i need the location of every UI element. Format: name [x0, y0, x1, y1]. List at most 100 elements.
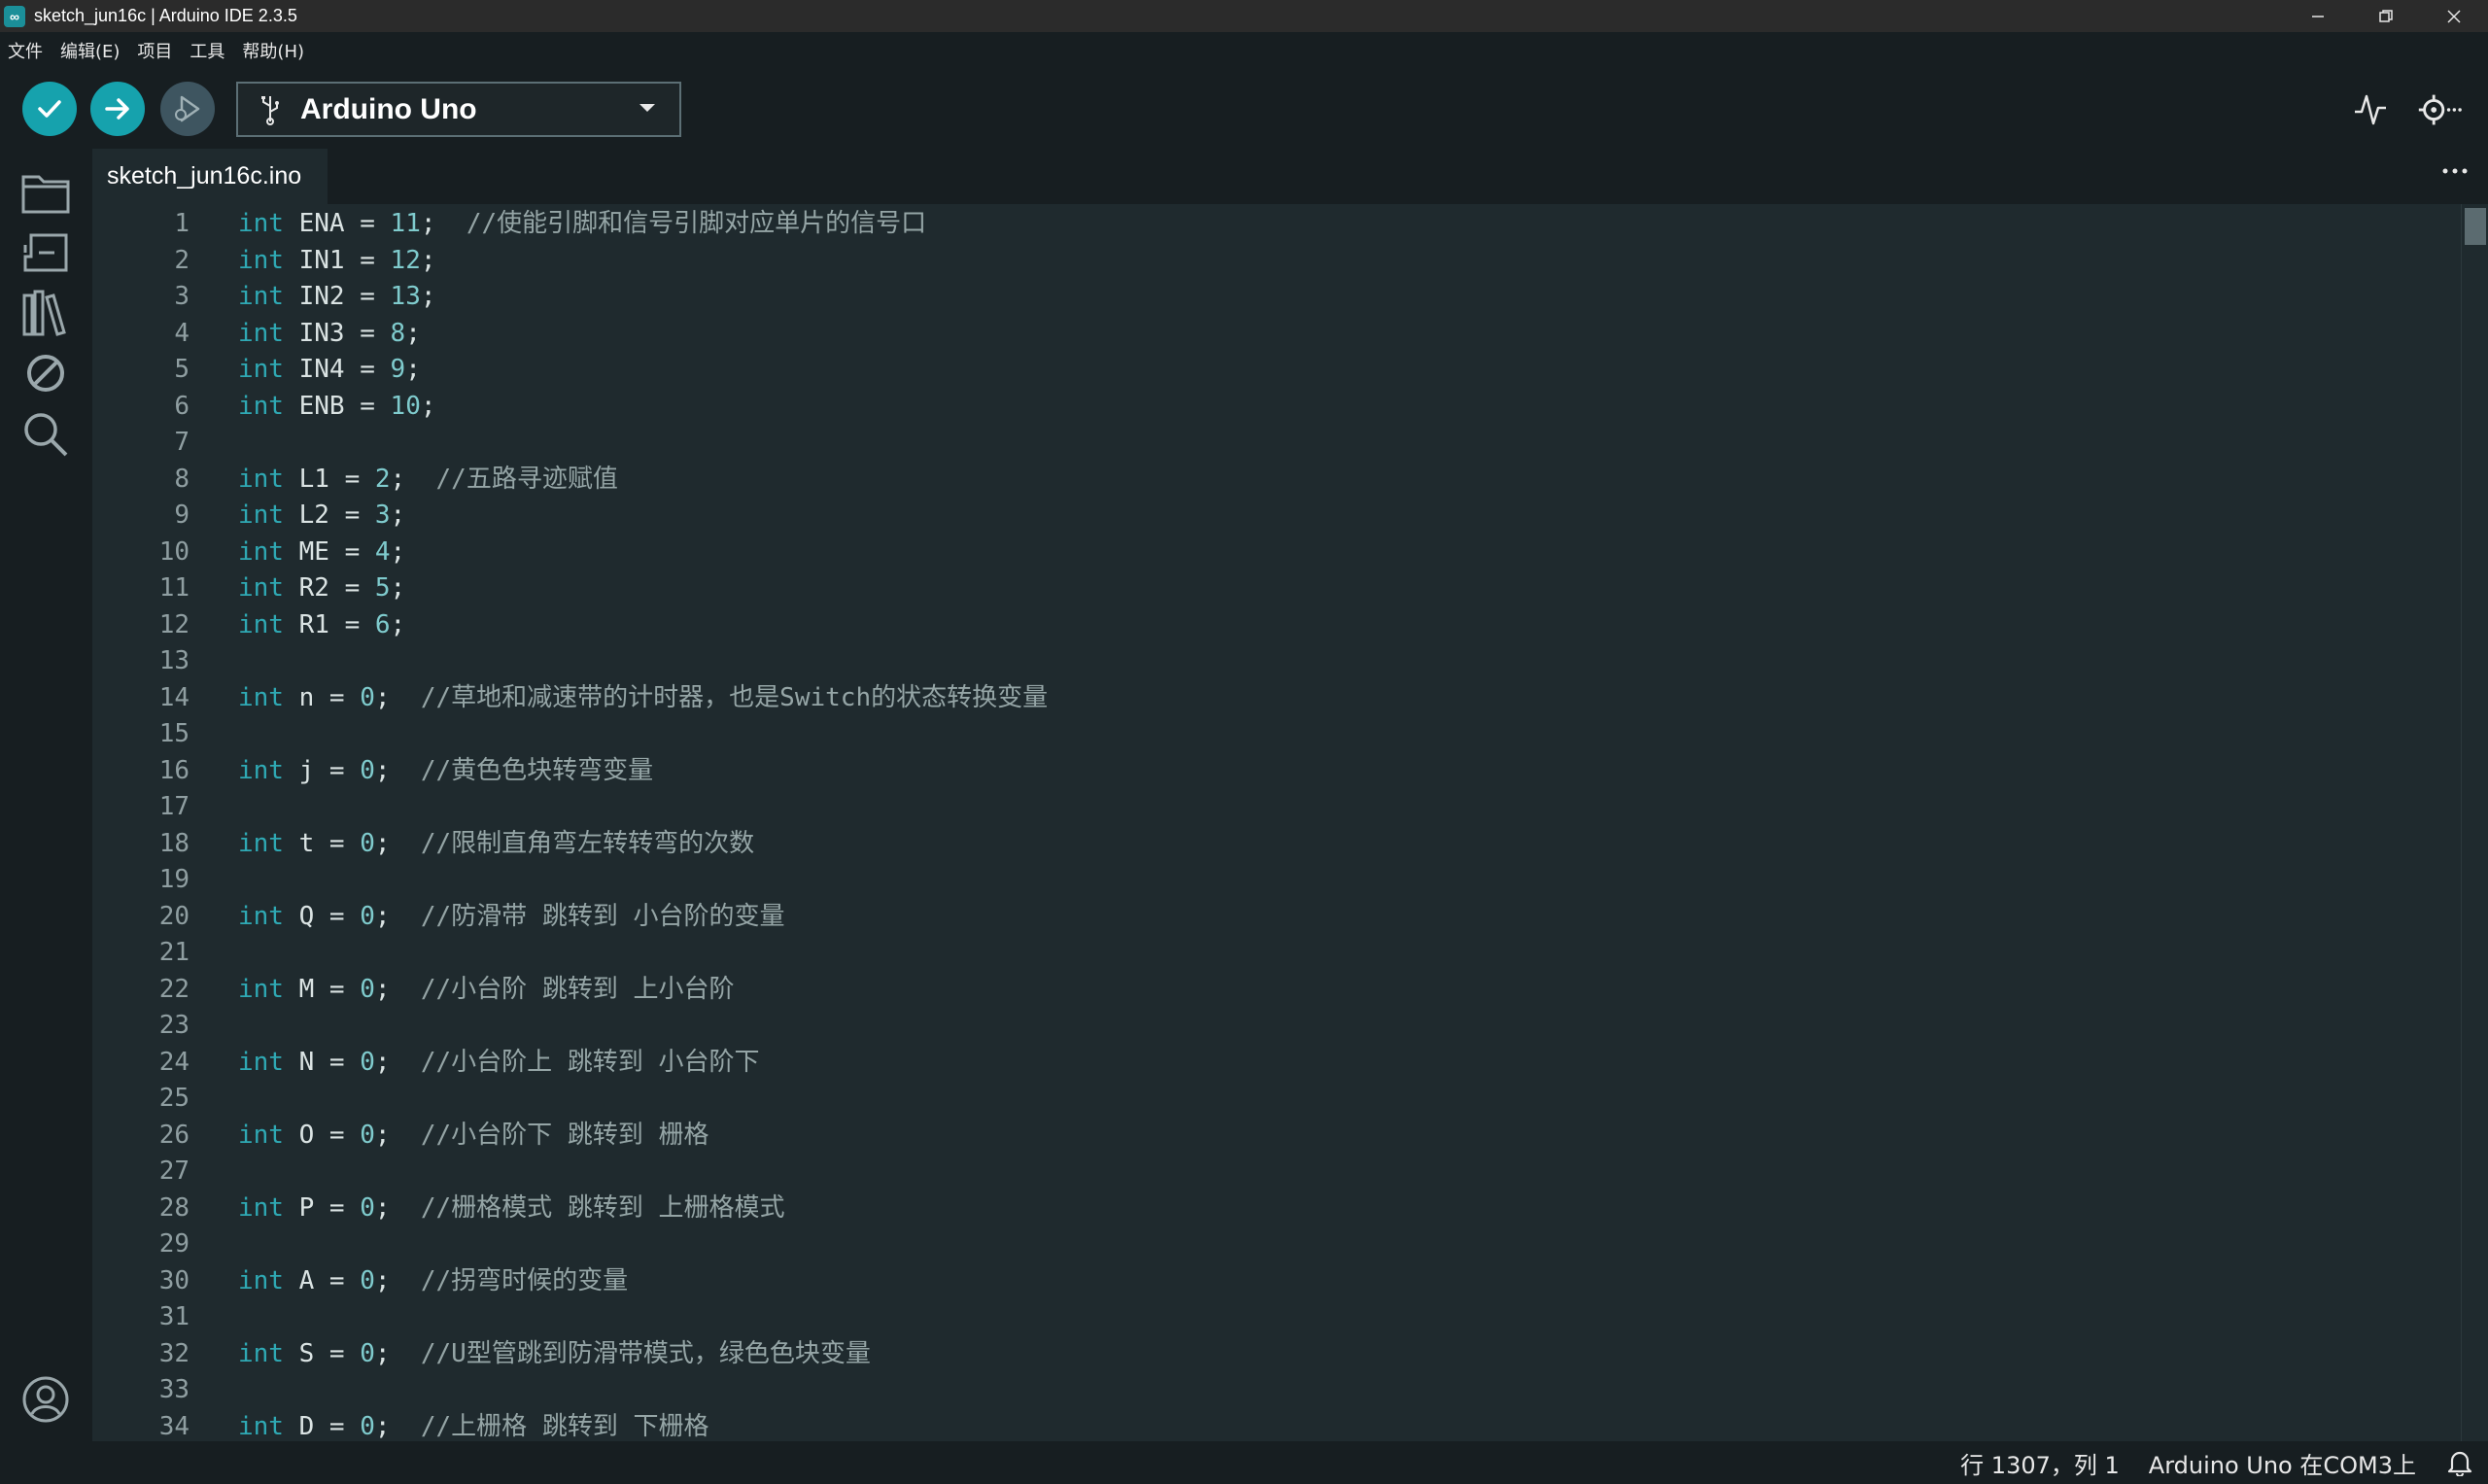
code-line[interactable]: 12 int R1 = 6; — [92, 607, 2461, 644]
code-line[interactable]: 8 int L1 = 2; //五路寻迹赋值 — [92, 462, 2461, 499]
code-text: int IN4 = 9; — [238, 352, 421, 389]
code-line[interactable]: 13 — [92, 643, 2461, 680]
code-keyword: int — [238, 464, 284, 494]
code-keyword: int — [238, 245, 284, 275]
code-line[interactable]: 33 — [92, 1372, 2461, 1409]
scrollbar-thumb[interactable] — [2465, 208, 2486, 245]
code-line[interactable]: 24 int N = 0; //小台阶上 跳转到 小台阶下 — [92, 1045, 2461, 1082]
debug-button[interactable] — [160, 82, 215, 136]
board-port-status[interactable]: Arduino Uno 在COM3上 — [2149, 1446, 2416, 1480]
code-line[interactable]: 4 int IN3 = 8; — [92, 316, 2461, 353]
code-keyword: int — [238, 901, 284, 931]
code-line[interactable]: 21 — [92, 935, 2461, 972]
cursor-position[interactable]: 行 1307，列 1 — [1960, 1446, 2120, 1480]
tab-label: sketch_jun16c.ino — [107, 162, 302, 190]
line-number: 14 — [158, 682, 190, 712]
code-line[interactable]: 30 int A = 0; //拐弯时候的变量 — [92, 1263, 2461, 1300]
code-line[interactable]: 34 int D = 0; //上栅格 跳转到 下栅格 — [92, 1409, 2461, 1442]
serial-monitor-button[interactable] — [2414, 86, 2463, 134]
code-identifier: N = — [283, 1047, 361, 1077]
code-line[interactable]: 25 — [92, 1081, 2461, 1118]
code-number: 0 — [360, 974, 375, 1004]
code-line[interactable]: 29 — [92, 1226, 2461, 1263]
code-line[interactable]: 1 int ENA = 11; //使能引脚和信号引脚对应单片的信号口 — [92, 206, 2461, 243]
line-number: 24 — [158, 1047, 190, 1077]
code-line[interactable]: 22 int M = 0; //小台阶 跳转到 上小台阶 — [92, 972, 2461, 1009]
line-number: 1 — [174, 209, 190, 238]
library-manager-button[interactable] — [19, 287, 72, 339]
code-punctuation: ; — [374, 1338, 391, 1368]
code-punctuation: ; — [390, 609, 406, 639]
code-line[interactable]: 2 int IN1 = 12; — [92, 243, 2461, 280]
serial-plotter-button[interactable] — [2346, 86, 2395, 134]
code-comment: //小台阶上 跳转到 小台阶下 — [390, 1047, 760, 1077]
code-line[interactable]: 27 — [92, 1154, 2461, 1191]
code-line[interactable]: 5 int IN4 = 9; — [92, 352, 2461, 389]
code-line[interactable]: 15 — [92, 716, 2461, 753]
menu-tools[interactable]: 工具 — [190, 38, 225, 63]
minimize-button[interactable] — [2284, 0, 2352, 32]
notifications-button[interactable] — [2445, 1448, 2474, 1477]
line-number: 16 — [158, 755, 190, 785]
code-text: int L2 = 3; — [238, 498, 405, 535]
code-line[interactable]: 7 — [92, 425, 2461, 462]
code-keyword: int — [238, 1265, 284, 1295]
search-button[interactable] — [19, 408, 72, 461]
more-horizontal-icon — [2442, 168, 2468, 174]
code-identifier: L1 = — [283, 464, 375, 494]
editor-scrollbar[interactable] — [2461, 204, 2488, 1441]
code-comment: //小台阶 跳转到 上小台阶 — [390, 974, 735, 1004]
debug-sidebar-button[interactable] — [19, 347, 72, 399]
code-line[interactable]: 6 int ENB = 10; — [92, 389, 2461, 426]
code-editor[interactable]: 1 int ENA = 11; //使能引脚和信号引脚对应单片的信号口 2 int I… — [92, 204, 2461, 1441]
code-line[interactable]: 23 — [92, 1008, 2461, 1045]
close-button[interactable] — [2420, 0, 2488, 32]
menu-file[interactable]: 文件 — [8, 38, 43, 63]
code-punctuation: ; — [374, 755, 391, 785]
sketchbook-button[interactable] — [19, 167, 72, 220]
serial-monitor-icon — [2418, 94, 2462, 125]
code-number: 11 — [390, 209, 421, 238]
code-line[interactable]: 17 — [92, 789, 2461, 826]
code-line[interactable]: 32 int S = 0; //U型管跳到防滑带模式，绿色色块变量 — [92, 1336, 2461, 1373]
code-keyword: int — [238, 609, 284, 639]
code-line[interactable]: 28 int P = 0; //栅格模式 跳转到 上栅格模式 — [92, 1191, 2461, 1227]
account-button[interactable] — [19, 1373, 72, 1426]
verify-button[interactable] — [22, 82, 77, 136]
code-line[interactable]: 26 int O = 0; //小台阶下 跳转到 栅格 — [92, 1118, 2461, 1155]
upload-button[interactable] — [90, 82, 145, 136]
board-selector[interactable]: Arduino Uno — [236, 82, 681, 137]
bell-icon — [2447, 1451, 2472, 1476]
restore-button[interactable] — [2352, 0, 2420, 32]
menu-help[interactable]: 帮助(H) — [242, 38, 304, 63]
code-number: 6 — [374, 609, 391, 639]
library-manager-icon — [22, 290, 66, 336]
code-number: 4 — [374, 536, 391, 567]
code-text: int D = 0; //上栅格 跳转到 下栅格 — [238, 1409, 708, 1442]
menu-sketch[interactable]: 项目 — [137, 38, 172, 63]
code-line[interactable]: 19 — [92, 862, 2461, 899]
code-line[interactable]: 11 int R2 = 5; — [92, 570, 2461, 607]
code-text: int ME = 4; — [238, 535, 405, 571]
code-punctuation: ; — [405, 355, 421, 384]
boards-manager-button[interactable] — [19, 226, 72, 279]
code-line[interactable]: 9 int L2 = 3; — [92, 498, 2461, 535]
code-line[interactable]: 10 int ME = 4; — [92, 535, 2461, 571]
line-number: 2 — [174, 245, 190, 275]
code-line[interactable]: 18 int t = 0; //限制直角弯左转转弯的次数 — [92, 826, 2461, 863]
activity-sidebar — [0, 149, 92, 1441]
code-line[interactable]: 20 int Q = 0; //防滑带 跳转到 小台阶的变量 — [92, 899, 2461, 936]
line-number: 30 — [158, 1265, 190, 1295]
code-number: 0 — [360, 828, 375, 858]
code-line[interactable]: 31 — [92, 1299, 2461, 1336]
code-punctuation: ; — [374, 828, 391, 858]
code-number: 13 — [390, 282, 421, 311]
code-line[interactable]: 16 int j = 0; //黄色色块转弯变量 — [92, 753, 2461, 790]
menu-edit[interactable]: 编辑(E) — [60, 38, 120, 63]
code-line[interactable]: 14 int n = 0; //草地和减速带的计时器，也是Switch的状态转换变… — [92, 680, 2461, 717]
code-line[interactable]: 3 int IN2 = 13; — [92, 279, 2461, 316]
more-options-button[interactable] — [2436, 156, 2474, 195]
code-punctuation: ; — [374, 682, 391, 712]
code-number: 3 — [374, 500, 391, 530]
tab-sketch-file[interactable]: sketch_jun16c.ino — [92, 149, 328, 204]
